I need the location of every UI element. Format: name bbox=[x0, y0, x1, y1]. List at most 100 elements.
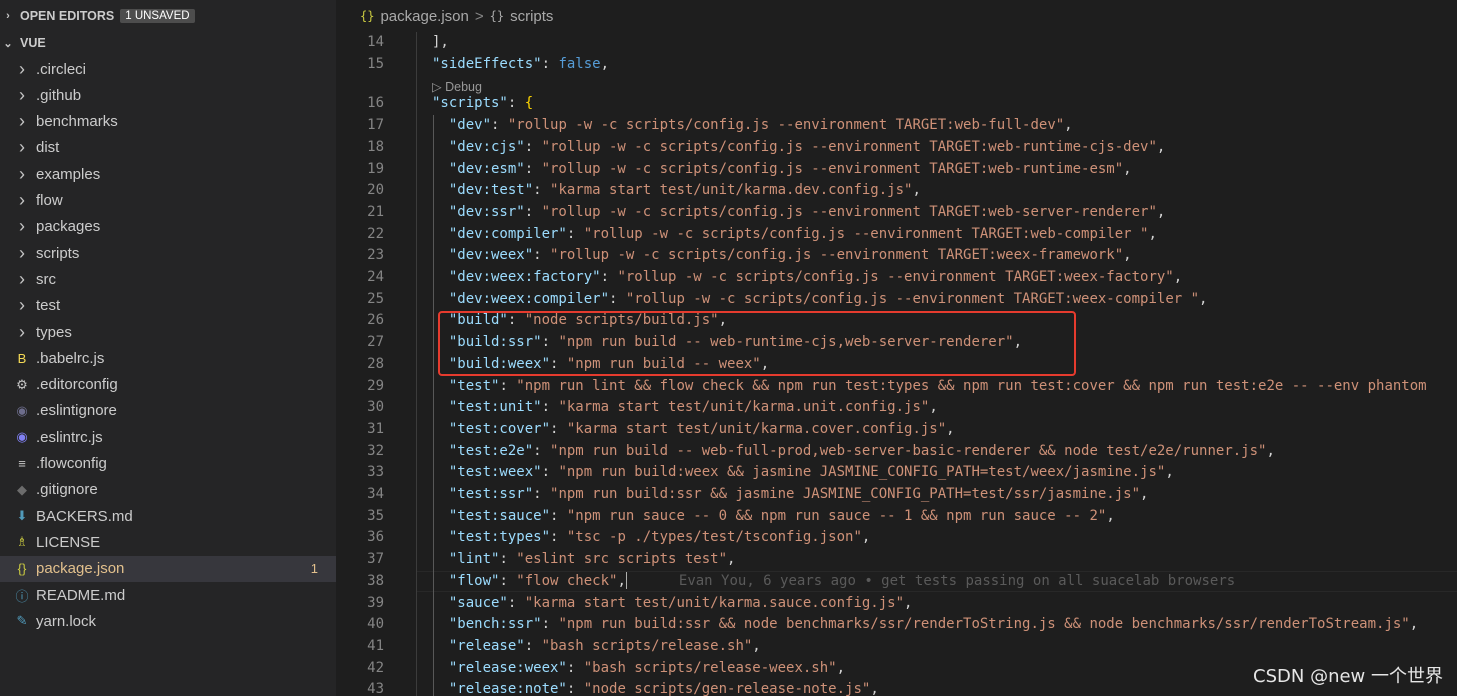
tree-item[interactable]: › .github bbox=[0, 82, 336, 108]
json-value: "tsc -p ./types/test/tsconfig.json" bbox=[566, 529, 862, 546]
colon: : bbox=[566, 659, 584, 676]
code-line[interactable]: 33 "test:weex": "npm run build:weex && j… bbox=[336, 462, 1457, 484]
code-line[interactable]: 29 "test": "npm run lint && flow check &… bbox=[336, 376, 1457, 398]
tree-item[interactable]: › .circleci bbox=[0, 56, 336, 82]
json-key: "dev:weex:compiler" bbox=[448, 290, 610, 307]
code-text: "release:note": "node scripts/gen-releas… bbox=[432, 679, 879, 696]
code-line[interactable]: 23 "dev:weex": "rollup -w -c scripts/con… bbox=[336, 245, 1457, 267]
code-text: "sideEffects": false, bbox=[432, 54, 609, 76]
breadcrumb-symbol-icon: {} bbox=[489, 9, 505, 23]
comma: , bbox=[1148, 225, 1157, 242]
tree-item-label: examples bbox=[36, 165, 101, 183]
tree-item[interactable]: {} package.json 1 bbox=[0, 555, 336, 582]
code-line[interactable]: 16 "scripts": { bbox=[336, 93, 1457, 115]
open-editors-label: OPEN EDITORS bbox=[20, 9, 115, 23]
code-line[interactable]: 20 "dev:test": "karma start test/unit/ka… bbox=[336, 180, 1457, 202]
chevron-right-icon: › bbox=[6, 10, 10, 22]
breadcrumb-symbol[interactable]: scripts bbox=[510, 8, 553, 25]
code-line[interactable]: 22 "dev:compiler": "rollup -w -c scripts… bbox=[336, 224, 1457, 246]
code-line[interactable]: 34 "test:ssr": "npm run build:ssr && jas… bbox=[336, 484, 1457, 506]
json-key: "dev:compiler" bbox=[448, 225, 567, 242]
code-line[interactable]: 31 "test:cover": "karma start test/unit/… bbox=[336, 419, 1457, 441]
yarn-icon: ✎ bbox=[16, 613, 28, 629]
code-line[interactable]: 17 "dev": "rollup -w -c scripts/config.j… bbox=[336, 115, 1457, 137]
tree-item[interactable]: › examples bbox=[0, 161, 336, 187]
code-line[interactable]: 37 "lint": "eslint src scripts test", bbox=[336, 549, 1457, 571]
line-number: 36 bbox=[367, 529, 384, 546]
tree-item[interactable]: › src bbox=[0, 266, 336, 292]
code-line[interactable]: 41 "release": "bash scripts/release.sh", bbox=[336, 636, 1457, 658]
watermark: CSDN @new 一个世界 bbox=[1253, 666, 1443, 687]
json-key: "dev:weex" bbox=[448, 247, 534, 264]
tree-item[interactable]: ⬇ BACKERS.md bbox=[0, 503, 336, 529]
json-key: "release:weex" bbox=[448, 659, 567, 676]
tree-item[interactable]: B .babelrc.js bbox=[0, 345, 336, 371]
tree-item[interactable]: › scripts bbox=[0, 240, 336, 266]
code-line[interactable]: 18 "dev:cjs": "rollup -w -c scripts/conf… bbox=[336, 137, 1457, 159]
code-text: "test": "npm run lint && flow check && n… bbox=[432, 376, 1427, 398]
code-line[interactable]: 32 "test:e2e": "npm run build -- web-ful… bbox=[336, 441, 1457, 463]
tree-item[interactable]: ◉ .eslintrc.js bbox=[0, 424, 336, 450]
json-value: "npm run build -- web-full-prod,web-serv… bbox=[550, 442, 1267, 459]
tree-item[interactable]: ◆ .gitignore bbox=[0, 477, 336, 503]
json-key: "dev:test" bbox=[448, 182, 534, 199]
tree-item-label: .editorconfig bbox=[36, 376, 118, 394]
root-folder-header[interactable]: ⌄ VUE bbox=[0, 30, 336, 56]
breadcrumb-file[interactable]: package.json bbox=[380, 8, 468, 25]
tree-item[interactable]: ⓘ README.md bbox=[0, 582, 336, 608]
root-folder-label: VUE bbox=[20, 36, 46, 50]
open-editors-header[interactable]: › OPEN EDITORS 1 UNSAVED bbox=[0, 3, 336, 29]
json-value: "npm run build:ssr && node benchmarks/ss… bbox=[558, 616, 1410, 633]
tree-item[interactable]: ✎ yarn.lock bbox=[0, 608, 336, 634]
tree-item[interactable]: ♗ LICENSE bbox=[0, 529, 336, 555]
code-line[interactable]: 14], bbox=[336, 32, 1457, 54]
json-key: "test:unit" bbox=[448, 399, 542, 416]
tree-item[interactable]: ≡ .flowconfig bbox=[0, 451, 336, 477]
json-value: "karma start test/unit/karma.unit.config… bbox=[558, 399, 930, 416]
code-line[interactable]: 38 "flow": "flow check", Evan You, 6 year… bbox=[336, 571, 1457, 593]
code-line[interactable]: 21 "dev:ssr": "rollup -w -c scripts/conf… bbox=[336, 202, 1457, 224]
json-value: "rollup -w -c scripts/config.js --enviro… bbox=[541, 138, 1157, 155]
indent-guide bbox=[416, 32, 417, 696]
code-line[interactable]: 25 "dev:weex:compiler": "rollup -w -c sc… bbox=[336, 289, 1457, 311]
breadcrumb-separator: > bbox=[474, 7, 484, 25]
code-line[interactable]: 39 "sauce": "karma start test/unit/karma… bbox=[336, 593, 1457, 615]
code-line[interactable]: 40 "bench:ssr": "npm run build:ssr && no… bbox=[336, 614, 1457, 636]
comma: , bbox=[1173, 269, 1183, 285]
json-value: "rollup -w -c scripts/config.js --enviro… bbox=[583, 225, 1149, 242]
json-key: "dev:ssr" bbox=[448, 203, 525, 220]
tree-item[interactable]: ⚙ .editorconfig bbox=[0, 372, 336, 398]
chevron-right-icon: › bbox=[19, 190, 25, 210]
tree-item[interactable]: › packages bbox=[0, 214, 336, 240]
line-number: 33 bbox=[367, 464, 384, 481]
tree-item-label: .flowconfig bbox=[36, 455, 107, 472]
colon: : bbox=[491, 117, 508, 134]
code-line[interactable]: 35 "test:sauce": "npm run sauce -- 0 && … bbox=[336, 506, 1457, 528]
code-line[interactable]: 36 "test:types": "tsc -p ./types/test/ts… bbox=[336, 527, 1457, 549]
tree-item[interactable]: › test bbox=[0, 293, 336, 319]
code-line[interactable]: 19 "dev:esm": "rollup -w -c scripts/conf… bbox=[336, 159, 1457, 181]
json-value: "bash scripts/release-weex.sh" bbox=[583, 659, 837, 676]
highlight-annotation-box bbox=[438, 311, 1076, 376]
info-icon: ⓘ bbox=[15, 588, 29, 604]
tree-item[interactable]: › benchmarks bbox=[0, 109, 336, 135]
code-line[interactable]: 15 "sideEffects": false, bbox=[336, 54, 1457, 76]
tree-item[interactable]: › types bbox=[0, 319, 336, 345]
tree-item[interactable]: › flow bbox=[0, 188, 336, 214]
json-key: "lint" bbox=[448, 551, 500, 568]
line-number: 25 bbox=[367, 290, 384, 307]
tree-item[interactable]: › dist bbox=[0, 135, 336, 161]
code-text: "dev:weex:factory": "rollup -w -c script… bbox=[432, 267, 1182, 289]
code-line[interactable]: 24 "dev:weex:factory": "rollup -w -c scr… bbox=[336, 267, 1457, 289]
tree-item[interactable]: ◉ .eslintignore bbox=[0, 398, 336, 424]
line-number: 28 bbox=[367, 355, 384, 372]
code-line[interactable]: 30 "test:unit": "karma start test/unit/k… bbox=[336, 397, 1457, 419]
